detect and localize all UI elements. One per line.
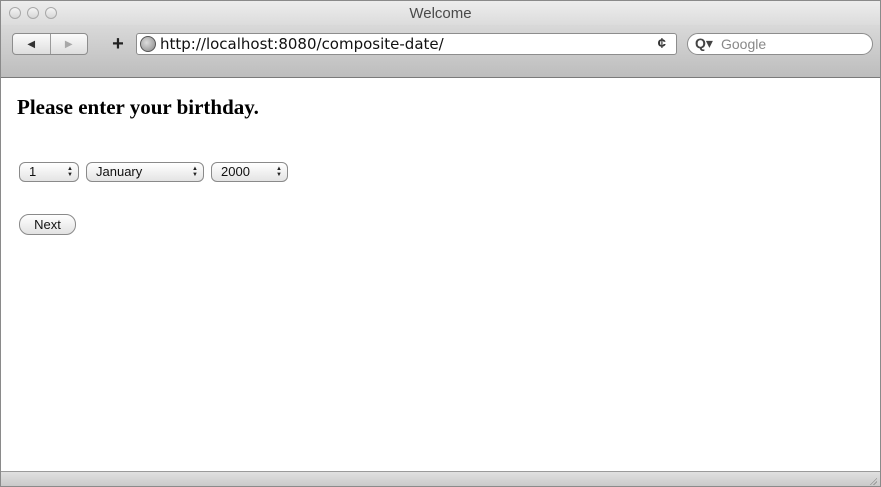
year-select[interactable]: 2000 ▲ ▼ [211, 162, 288, 182]
resize-grip-icon[interactable] [869, 477, 877, 485]
back-arrow-icon: ◀ [27, 38, 36, 50]
day-select-value: 1 [29, 164, 37, 179]
select-arrows-icon: ▲ ▼ [192, 166, 198, 178]
search-placeholder: Google [721, 36, 767, 52]
globe-icon [140, 36, 156, 52]
add-bookmark-button[interactable]: + [100, 33, 136, 55]
url-text[interactable]: http://localhost:8080/composite-date/ [160, 35, 444, 53]
page-content: Please enter your birthday. 1 ▲ ▼ January… [1, 78, 880, 471]
search-field[interactable]: Q▾ Google [687, 33, 873, 55]
birthday-selects: 1 ▲ ▼ January ▲ ▼ 2000 ▲ ▼ [19, 162, 288, 182]
back-button[interactable]: ◀ [13, 34, 50, 54]
page-heading: Please enter your birthday. [17, 95, 259, 119]
window-title: Welcome [409, 5, 472, 22]
status-bar [1, 471, 880, 486]
reload-icon: ¢ [657, 35, 666, 52]
month-select-value: January [96, 164, 143, 179]
day-select[interactable]: 1 ▲ ▼ [19, 162, 79, 182]
month-select[interactable]: January ▲ ▼ [86, 162, 204, 182]
title-bar: Welcome [1, 1, 880, 25]
next-button[interactable]: Next [19, 214, 76, 235]
year-select-value: 2000 [221, 164, 250, 179]
forward-button[interactable]: ▶ [49, 34, 88, 54]
forward-arrow-icon: ▶ [64, 38, 73, 50]
select-arrows-icon: ▲ ▼ [276, 166, 282, 178]
navigation-buttons: ◀ ▶ [12, 33, 88, 55]
plus-icon: + [112, 33, 124, 55]
browser-toolbar: ◀ ▶ + http://localhost:8080/composite-da… [1, 25, 880, 78]
browser-window: Welcome ◀ ▶ + http://localhost:8080/comp… [0, 0, 881, 487]
search-icon: Q▾ [695, 35, 713, 51]
select-arrows-icon: ▲ ▼ [67, 166, 73, 178]
address-bar[interactable]: http://localhost:8080/composite-date/ ¢ [136, 33, 677, 55]
reload-button[interactable]: ¢ [658, 35, 666, 52]
